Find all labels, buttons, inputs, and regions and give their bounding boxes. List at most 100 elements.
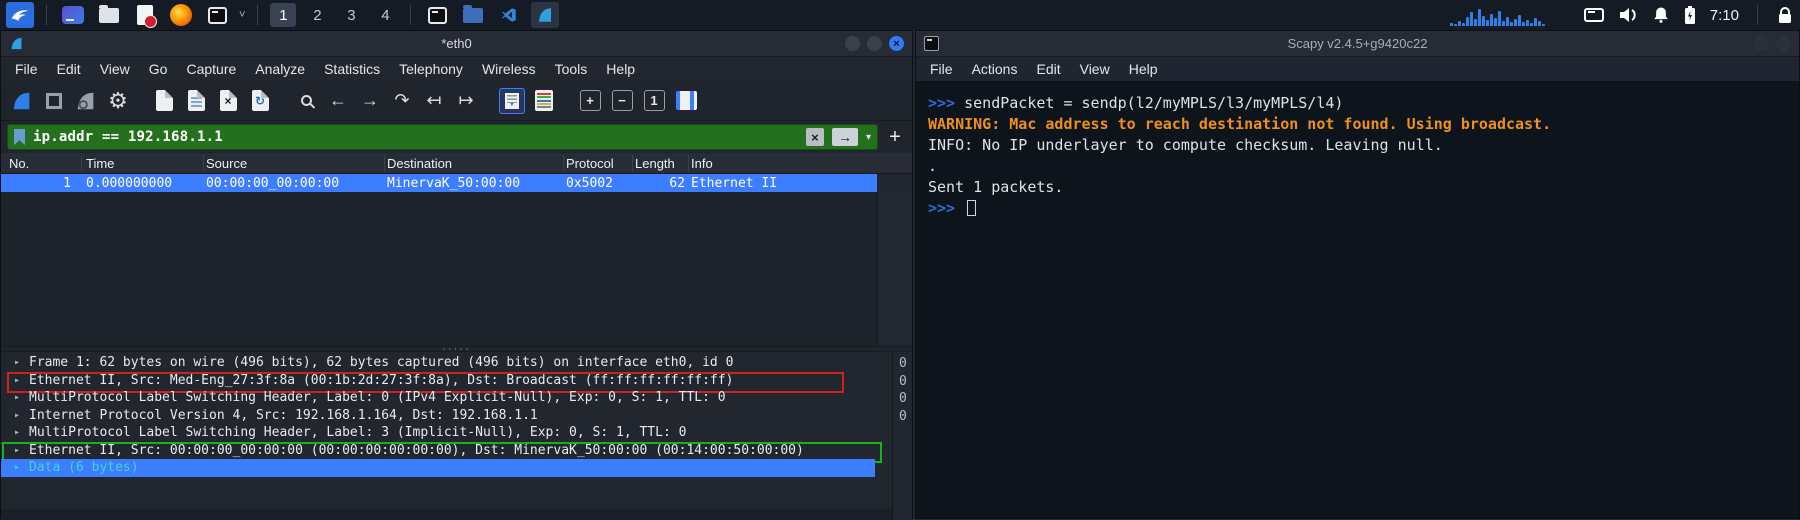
menu-file[interactable]: File [930, 61, 953, 77]
expand-arrow-icon[interactable]: ▸ [14, 354, 20, 372]
close-button[interactable]: × [889, 36, 904, 51]
minimize-button[interactable] [1754, 36, 1769, 51]
menu-edit[interactable]: Edit [57, 61, 81, 77]
launcher-terminal[interactable] [203, 2, 231, 28]
workspace-3[interactable]: 3 [338, 3, 364, 27]
col-no[interactable]: No. [9, 156, 29, 171]
expand-arrow-icon[interactable]: ▸ [14, 424, 20, 442]
display-filter-input[interactable]: ip.addr == 192.168.1.1 × → ▾ [7, 124, 878, 150]
lock-icon[interactable] [1776, 6, 1794, 25]
scapy-terminal[interactable]: >>> sendPacket = sendp(l2/myMPLS/l3/myMP… [916, 81, 1799, 518]
wireshark-titlebar[interactable]: *eth0 × [1, 31, 912, 57]
launcher-firefox[interactable] [167, 2, 195, 28]
detail-ethernet-inner[interactable]: ▸ Ethernet II, Src: 00:00:00_00:00:00 (0… [1, 441, 882, 462]
menu-statistics[interactable]: Statistics [324, 61, 380, 77]
menu-wireless[interactable]: Wireless [482, 61, 536, 77]
save-file-button[interactable] [183, 88, 209, 114]
goto-arrow-icon: ↷ [394, 90, 410, 110]
detail-ethernet-outer[interactable]: ▸ Ethernet II, Src: Med-Eng_27:3f:8a (00… [1, 371, 875, 392]
details-horizontal-scrollbar[interactable] [1, 509, 892, 520]
col-time[interactable]: Time [86, 156, 114, 171]
expand-arrow-icon[interactable]: ▸ [14, 459, 20, 477]
menu-help[interactable]: Help [1129, 61, 1158, 77]
network-activity-graph[interactable] [1449, 4, 1570, 26]
menu-view[interactable]: View [1080, 61, 1110, 77]
resize-columns-button[interactable] [673, 88, 699, 114]
previous-packet-button[interactable]: ← [325, 88, 351, 114]
stop-square-icon [46, 92, 62, 109]
maximize-button[interactable] [1776, 36, 1791, 51]
start-capture-button[interactable] [9, 88, 35, 114]
menu-analyze[interactable]: Analyze [255, 61, 305, 77]
scapy-titlebar[interactable]: Scapy v2.4.5+g9420c22 [916, 31, 1799, 57]
terminal-icon [427, 6, 447, 24]
task-files[interactable] [459, 2, 487, 28]
kali-menu-button[interactable] [6, 2, 34, 28]
packet-list-scrollbar[interactable] [877, 192, 912, 346]
zoom-normal-button[interactable]: 1 [641, 88, 667, 114]
bell-icon[interactable] [1652, 6, 1670, 24]
battery-icon[interactable] [1684, 5, 1696, 25]
task-terminal[interactable] [423, 2, 451, 28]
filter-add-button[interactable]: + [884, 126, 906, 149]
menu-edit[interactable]: Edit [1036, 61, 1060, 77]
maximize-button[interactable] [867, 36, 882, 51]
minimize-button[interactable] [845, 36, 860, 51]
packet-row[interactable]: 1 0.000000000 00:00:00_00:00:00 MinervaK… [1, 174, 877, 192]
menu-view[interactable]: View [100, 61, 130, 77]
filter-clear-button[interactable]: × [805, 128, 824, 146]
expand-arrow-icon[interactable]: ▸ [14, 389, 20, 407]
menu-help[interactable]: Help [606, 61, 635, 77]
find-packet-button[interactable] [293, 88, 319, 114]
launcher-files[interactable] [95, 2, 123, 28]
volume-icon[interactable] [1618, 6, 1638, 24]
detail-mpls-inner[interactable]: ▸ MultiProtocol Label Switching Header, … [1, 424, 875, 442]
goto-packet-button[interactable]: ↷ [389, 88, 415, 114]
launcher-dropdown-caret-icon[interactable]: ˅ [239, 9, 245, 21]
col-info[interactable]: Info [691, 156, 713, 171]
capture-options-button[interactable]: ⚙ [105, 88, 131, 114]
launcher-text-editor[interactable] [131, 2, 159, 28]
filter-dropdown-caret-icon[interactable]: ▾ [866, 132, 871, 143]
filter-apply-button[interactable]: → [831, 128, 858, 146]
workspace-2[interactable]: 2 [304, 3, 330, 27]
autoscroll-button[interactable]: ▼ [499, 87, 525, 114]
menu-go[interactable]: Go [149, 61, 168, 77]
col-protocol[interactable]: Protocol [566, 156, 614, 171]
clock[interactable]: 7:10 [1710, 7, 1739, 24]
detail-ipv4[interactable]: ▸ Internet Protocol Version 4, Src: 192.… [1, 407, 875, 425]
first-packet-button[interactable]: ↤ [421, 88, 447, 114]
expand-arrow-icon[interactable]: ▸ [14, 442, 20, 460]
next-packet-button[interactable]: → [357, 88, 383, 114]
workspace-4[interactable]: 4 [372, 3, 398, 27]
menu-tools[interactable]: Tools [555, 61, 588, 77]
workspace-1[interactable]: 1 [270, 3, 297, 27]
detail-data[interactable]: ▸ Data (6 bytes) [1, 459, 875, 477]
colorize-button[interactable] [531, 88, 557, 114]
reload-file-button[interactable]: ↻ [247, 88, 273, 114]
stop-capture-button[interactable] [41, 88, 67, 114]
col-destination[interactable]: Destination [387, 156, 452, 171]
col-source[interactable]: Source [206, 156, 247, 171]
last-packet-button[interactable]: ↦ [453, 88, 479, 114]
restart-capture-button[interactable] [73, 88, 99, 114]
launcher-terminal-window[interactable] [59, 2, 87, 28]
bookmark-icon[interactable] [14, 129, 25, 145]
expand-arrow-icon[interactable]: ▸ [14, 372, 20, 390]
hex-bytes-pane[interactable]: 0 0 0 0 [892, 352, 911, 520]
menu-actions[interactable]: Actions [972, 61, 1018, 77]
task-vscode[interactable] [495, 2, 523, 28]
pager-icon[interactable] [1583, 7, 1604, 23]
task-wireshark[interactable] [531, 2, 560, 28]
open-file-button[interactable] [151, 88, 177, 114]
menu-capture[interactable]: Capture [186, 61, 236, 77]
zoom-in-button[interactable]: + [577, 88, 603, 114]
expand-arrow-icon[interactable]: ▸ [14, 407, 20, 425]
menu-telephony[interactable]: Telephony [399, 61, 463, 77]
detail-frame[interactable]: ▸ Frame 1: 62 bytes on wire (496 bits), … [1, 354, 875, 372]
col-length[interactable]: Length [635, 156, 675, 171]
detail-mpls-outer[interactable]: ▸ MultiProtocol Label Switching Header, … [1, 389, 875, 407]
menu-file[interactable]: File [15, 61, 38, 77]
zoom-out-button[interactable]: − [609, 88, 635, 114]
close-file-button[interactable]: × [215, 88, 241, 114]
